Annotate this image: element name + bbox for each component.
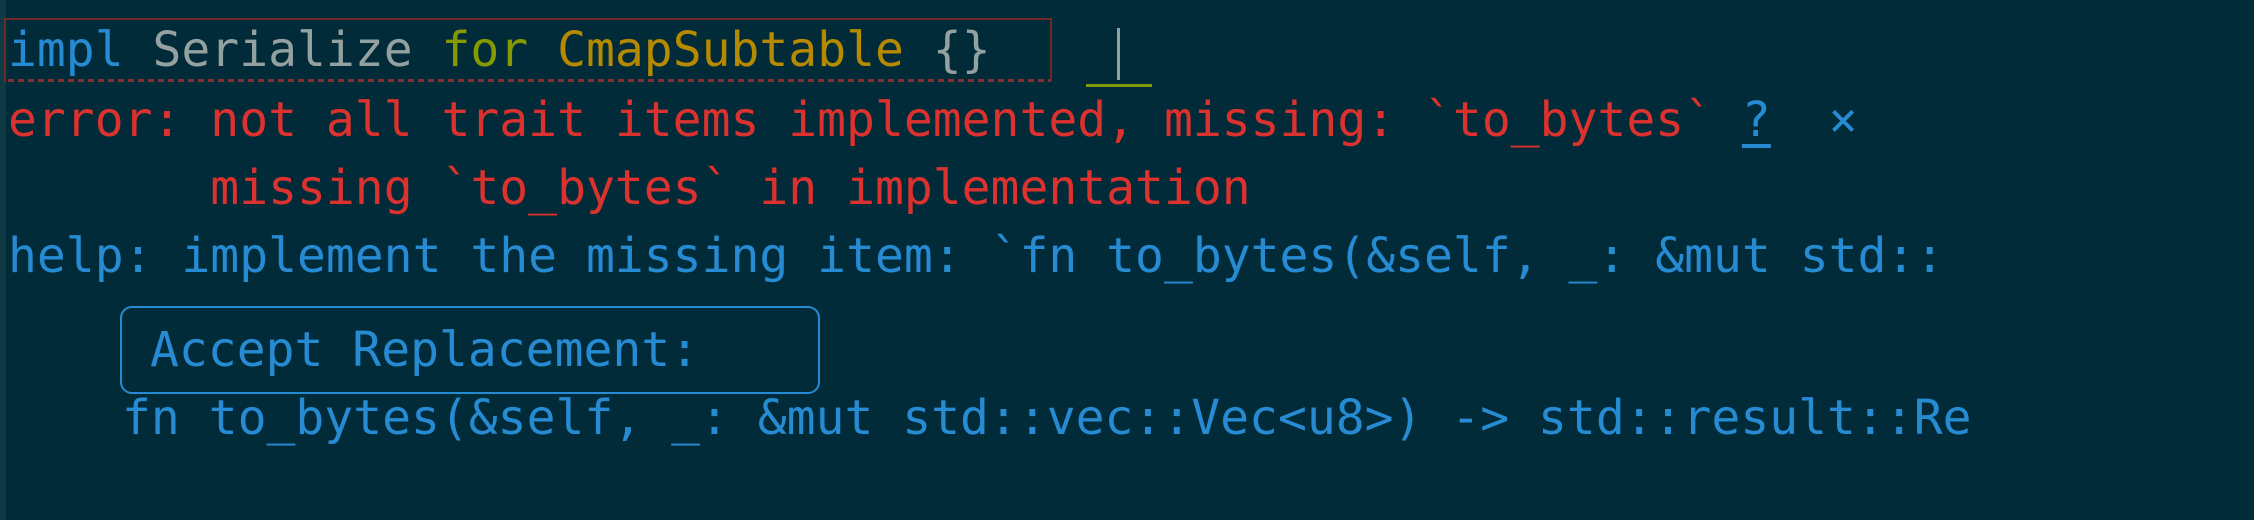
trait-name: Serialize [152,22,413,78]
brace-open: { [932,22,962,78]
help-message: help: implement the missing item: `fn to… [8,228,1945,284]
replacement-code: fn to_bytes(&self, _: &mut std::vec::Vec… [122,384,1972,452]
text-cursor [1117,28,1120,80]
type-name: CmapSubtable [557,22,904,78]
error-detail: missing `to_bytes` in implementation [8,160,1251,216]
brace-close: } [961,22,991,78]
help-link[interactable]: ? [1742,92,1771,148]
error-message: error: not all trait items implemented, … [8,92,1714,148]
gutter-edge [0,0,6,520]
diagnostic-detail-line: missing `to_bytes` in implementation [8,154,1251,222]
accept-replacement-button[interactable]: Accept Replacement: [120,306,820,394]
close-icon[interactable]: × [1829,92,1858,148]
code-line-impl[interactable]: impl Serialize for CmapSubtable {} [8,16,991,84]
diagnostic-error-line: error: not all trait items implemented, … [8,86,1858,154]
accept-replacement-label: Accept Replacement: [150,322,700,378]
error-detail-text: missing `to_bytes` in implementation [210,160,1251,216]
keyword-impl: impl [8,22,124,78]
code-editor[interactable]: impl Serialize for CmapSubtable {} error… [0,0,2254,520]
diagnostic-help-line: help: implement the missing item: `fn to… [8,222,1944,290]
keyword-for: for [441,22,529,78]
replacement-code-text: fn to_bytes(&self, _: &mut std::vec::Vec… [122,390,1972,446]
